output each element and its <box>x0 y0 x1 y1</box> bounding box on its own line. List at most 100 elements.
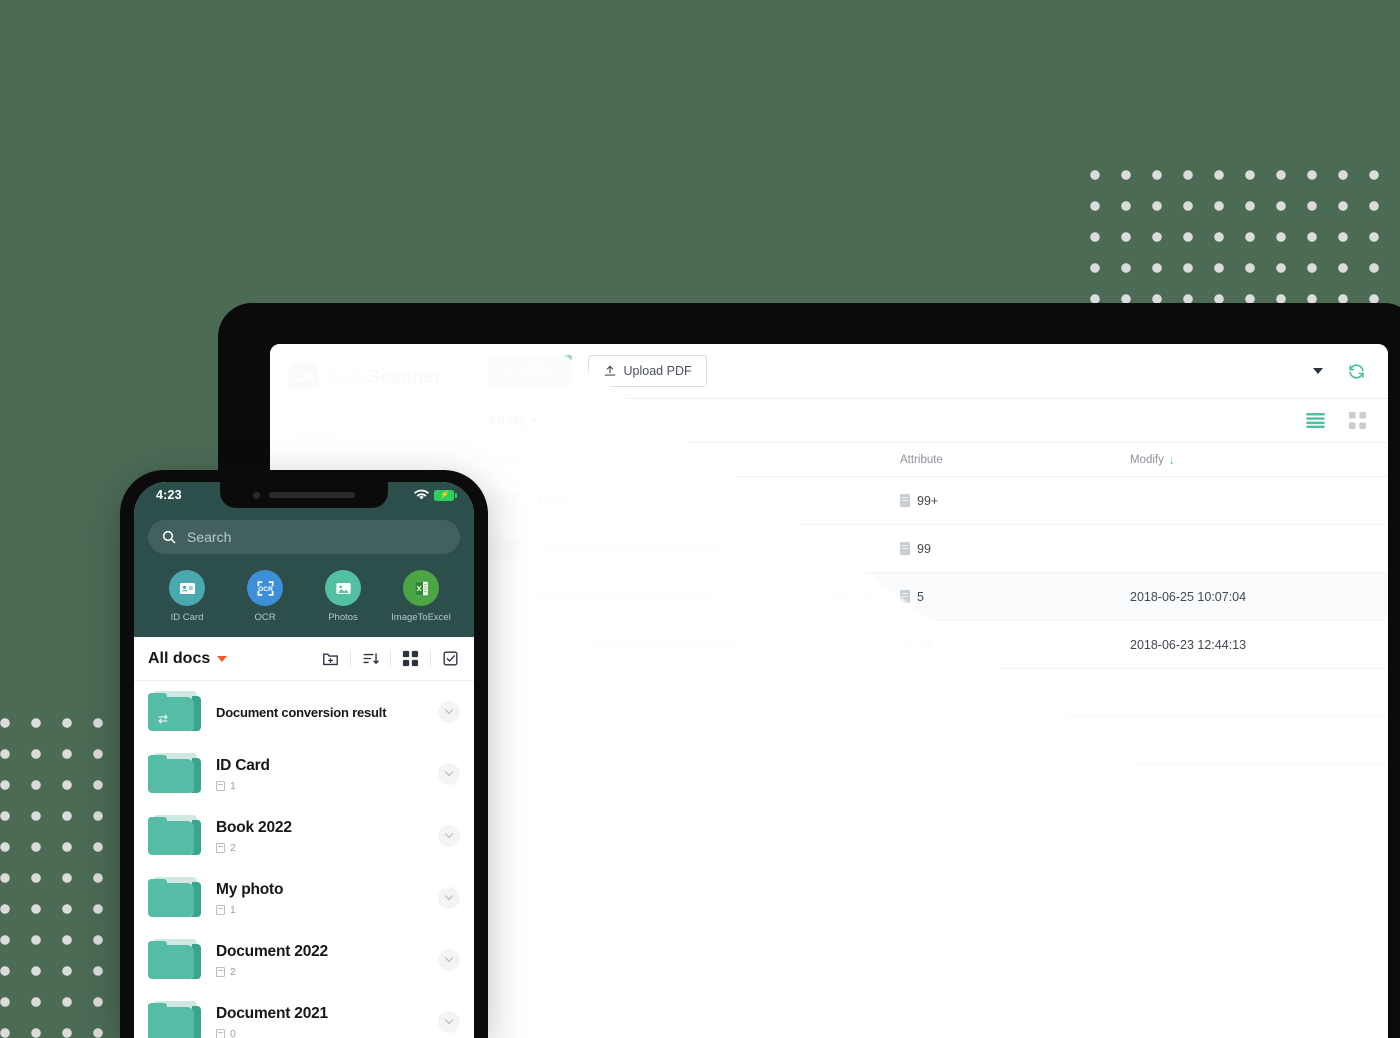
phone-list-header: All docs <box>134 637 474 681</box>
ocr-icon: OCR <box>247 570 283 606</box>
redacted-name <box>534 736 689 745</box>
row-name-cell <box>488 627 900 662</box>
chevron-down-icon[interactable] <box>438 701 460 723</box>
document-thumbnail <box>488 821 514 852</box>
redacted-name <box>538 544 723 553</box>
table-row[interactable] <box>466 765 1388 813</box>
folder-icon <box>148 753 202 795</box>
grid-view-icon[interactable] <box>401 649 420 668</box>
chevron-down-icon[interactable] <box>438 1011 460 1033</box>
list-item-meta: 2 <box>216 966 424 978</box>
sidebar-search[interactable] <box>288 424 450 451</box>
redacted-name <box>534 592 714 601</box>
phone-tool-shortcuts: ID Card OCR OCR Photos X ImageToExcel <box>148 570 460 623</box>
search-input[interactable] <box>288 424 450 451</box>
tablet-toolbar: + NEW Upload PDF <box>466 344 1388 399</box>
list-item-text: Book 2022 2 <box>216 819 424 854</box>
row-name-cell <box>488 773 900 804</box>
logo-mark-text: CS <box>294 368 313 384</box>
chevron-down-icon <box>530 418 539 423</box>
divider <box>430 651 431 666</box>
row-name-cell <box>488 821 900 852</box>
tool-ocr[interactable]: OCR OCR <box>226 570 304 623</box>
tool-id-card[interactable]: ID Card <box>148 570 226 623</box>
row-attribute-cell: 5 <box>900 590 1130 604</box>
row-name-cell <box>488 677 900 708</box>
tool-label: ImageToExcel <box>391 612 451 623</box>
app-name-first: Cam <box>328 367 368 388</box>
phone-status-bar: 4:23 ⚡ <box>148 482 460 508</box>
column-header-modify[interactable]: Modify ↓ <box>1130 453 1366 467</box>
share-icon[interactable] <box>834 589 850 605</box>
folder-icon: ⇄ <box>148 691 202 733</box>
excel-icon: X <box>403 570 439 606</box>
phone-device: 4:23 ⚡ Search ID Card OCR OCR Photos X I… <box>120 470 488 1038</box>
document-thumbnail <box>488 677 514 708</box>
divider <box>350 651 351 666</box>
caret-down-icon[interactable] <box>1313 368 1323 374</box>
list-item[interactable]: Document 2021 0 <box>134 991 474 1038</box>
grid-view-icon[interactable] <box>1349 412 1366 429</box>
select-icon[interactable] <box>441 649 460 668</box>
table-row[interactable] <box>466 813 1388 861</box>
pages-icon <box>900 687 908 698</box>
list-item[interactable]: Document 2022 2 <box>134 929 474 991</box>
row-attribute-cell: 30 <box>900 638 1130 652</box>
tool-image-to-excel[interactable]: X ImageToExcel <box>382 570 460 623</box>
table-row[interactable] <box>466 669 1388 717</box>
list-item-name: ID Card <box>216 756 270 774</box>
phone-search-bar[interactable]: Search <box>148 520 460 554</box>
chevron-down-icon[interactable] <box>438 825 460 847</box>
table-row[interactable]: NBC 99+ <box>466 477 1388 525</box>
redacted-attribute <box>915 688 993 697</box>
upload-icon <box>604 365 615 376</box>
tool-photos[interactable]: Photos <box>304 570 382 623</box>
list-item-count: 1 <box>230 903 236 916</box>
row-attribute-cell <box>900 783 1130 794</box>
list-item-text: Document conversion result <box>216 705 424 720</box>
plus-icon: + <box>506 362 516 379</box>
chevron-down-icon[interactable] <box>438 763 460 785</box>
table-row[interactable]: 5 2018-06-25 10:07:04 <box>466 573 1388 621</box>
phone-search-placeholder: Search <box>187 529 232 545</box>
filter-label: All (4) <box>488 413 525 428</box>
new-button[interactable]: + NEW <box>488 355 572 387</box>
row-name-cell: NBC <box>488 488 900 513</box>
pages-icon <box>900 494 910 507</box>
column-header-name: Name <box>488 453 519 466</box>
table-row[interactable]: 99 <box>466 525 1388 573</box>
row-attribute: 30 <box>917 637 931 652</box>
sort-icon[interactable] <box>361 649 380 668</box>
chevron-down-icon[interactable] <box>438 949 460 971</box>
refresh-icon[interactable] <box>1347 362 1366 381</box>
pages-icon <box>900 638 910 651</box>
tool-label: ID Card <box>170 612 204 623</box>
table-row[interactable] <box>466 717 1388 765</box>
list-item-count: 2 <box>230 841 236 854</box>
pages-icon <box>900 735 908 746</box>
list-item[interactable]: ID Card 1 <box>134 743 474 805</box>
tool-label: Photos <box>328 612 358 623</box>
upload-pdf-button[interactable]: Upload PDF <box>587 355 707 387</box>
list-item-name: Document 2022 <box>216 942 328 960</box>
dot-pattern-left <box>0 718 130 1038</box>
app-name: CamScanner <box>328 367 441 389</box>
table-row[interactable]: 30 2018-06-23 12:44:13 <box>466 621 1388 669</box>
list-item-meta: 0 <box>216 1028 424 1038</box>
row-name: NBC <box>538 493 566 508</box>
list-view-icon[interactable] <box>1306 413 1325 428</box>
redacted-name <box>534 640 739 649</box>
id-card-icon <box>169 570 205 606</box>
chevron-down-icon[interactable] <box>438 887 460 909</box>
new-folder-icon[interactable] <box>321 649 340 668</box>
more-options-icon[interactable] <box>863 594 879 599</box>
caret-down-icon[interactable] <box>217 655 228 662</box>
filter-dropdown[interactable]: All (4) <box>488 413 539 428</box>
list-item[interactable]: My photo 1 <box>134 867 474 929</box>
list-item-name: Book 2022 <box>216 818 292 836</box>
pages-icon <box>216 966 225 977</box>
list-item-name: My photo <box>216 880 284 898</box>
list-item[interactable]: ⇄ Document conversion result <box>134 681 474 743</box>
list-item-meta: 2 <box>216 842 424 854</box>
list-item[interactable]: Book 2022 2 <box>134 805 474 867</box>
